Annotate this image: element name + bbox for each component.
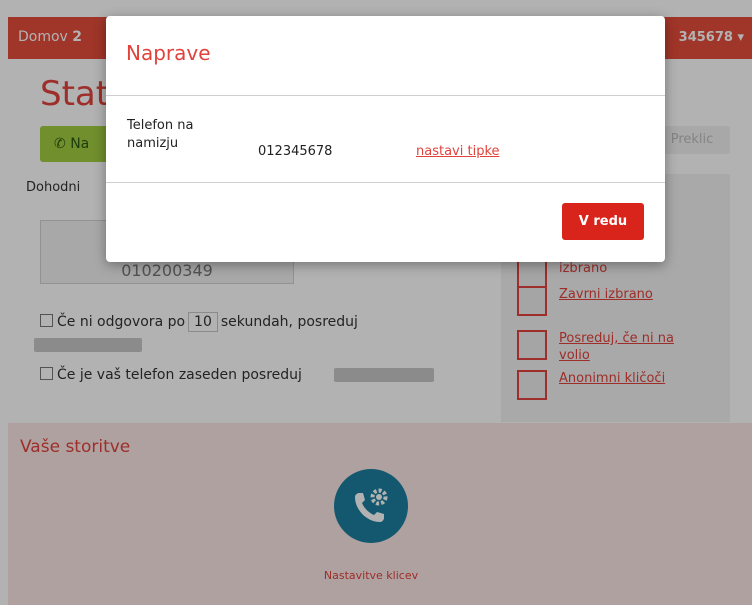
dialog-title: Naprave [126,41,211,65]
set-keys-link[interactable]: nastavi tipke [416,144,500,159]
divider [106,182,665,183]
ok-button[interactable]: V redu [562,203,644,240]
devices-dialog: Naprave Telefon na namizju 012345678 nas… [106,16,665,262]
device-label: Telefon na namizju [127,118,194,151]
device-number: 012345678 [258,144,333,159]
divider [106,95,665,96]
